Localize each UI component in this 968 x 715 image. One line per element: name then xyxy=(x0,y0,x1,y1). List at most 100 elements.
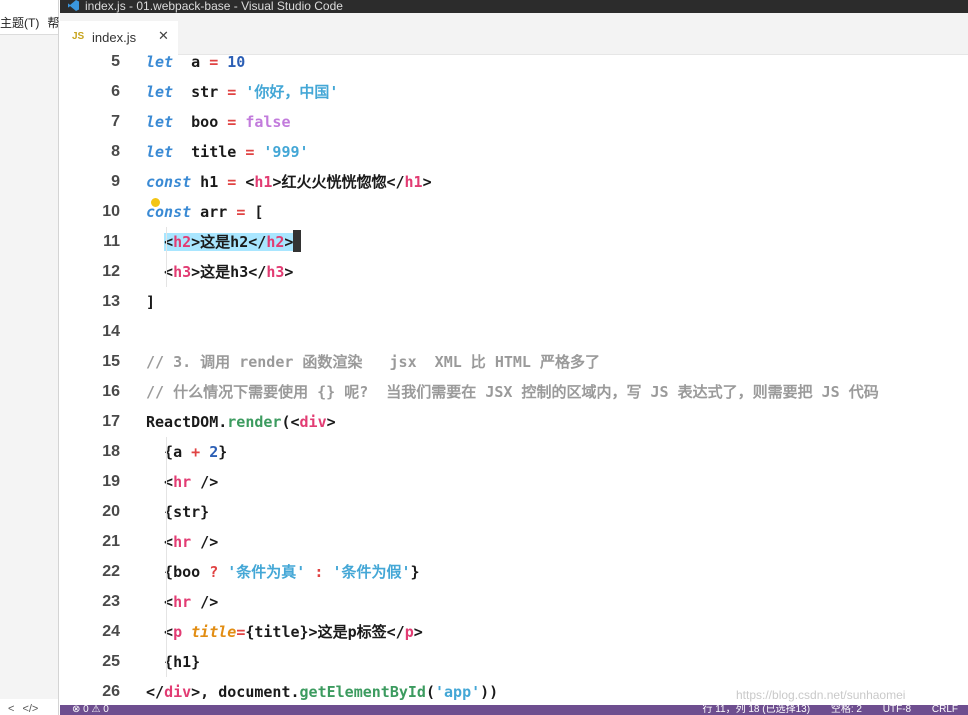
code-text: <hr /> xyxy=(146,587,218,617)
code-token: p xyxy=(173,623,183,641)
code-token: > xyxy=(422,173,432,191)
code-token: > xyxy=(284,263,294,281)
line-number: 19 xyxy=(102,473,120,490)
code-token: false xyxy=(245,113,291,131)
eol-setting[interactable]: CRLF xyxy=(932,705,958,715)
code-token: h1 xyxy=(191,173,228,191)
code-token: {str} xyxy=(146,503,210,521)
code-line[interactable]: 12 <h3>这是h3</h3> xyxy=(60,257,968,287)
tab-bar: JS index.js ✕ xyxy=(60,13,968,55)
cursor-position[interactable]: 行 11，列 18 (已选择13) xyxy=(702,705,810,715)
code-text: {str} xyxy=(146,497,209,527)
code-line[interactable]: 10 const arr = [ xyxy=(60,197,968,227)
code-line[interactable]: 25 {h1} xyxy=(60,647,968,677)
indentation-setting[interactable]: 空格: 2 xyxy=(831,705,862,715)
back-icon[interactable]: < xyxy=(8,703,14,715)
code-token: div xyxy=(299,413,327,431)
code-token: > xyxy=(284,233,294,251)
line-number: 8 xyxy=(111,143,120,160)
code-line[interactable]: 7 let boo = false xyxy=(60,107,968,137)
indent-guide xyxy=(166,437,167,677)
line-number: 16 xyxy=(102,383,120,400)
vscode-logo-icon xyxy=(68,0,79,11)
code-token: const xyxy=(146,173,192,191)
code-token: h1 xyxy=(404,173,423,191)
code-token: >这是h2</ xyxy=(191,233,267,251)
code-token: str xyxy=(173,83,228,101)
problems-indicator[interactable]: ⊗ 0 ⚠ 0 xyxy=(72,705,109,715)
code-line[interactable]: 20 {str} xyxy=(60,497,968,527)
line-number: 15 xyxy=(102,353,120,370)
code-text: <hr /> xyxy=(146,467,218,497)
close-icon[interactable]: ✕ xyxy=(158,29,169,44)
code-line[interactable]: 5 let a = 10 xyxy=(60,55,968,77)
code-text: ReactDOM.render(<div> xyxy=(146,407,336,437)
background-menu-bar: 主题(T) 帮 xyxy=(0,14,59,32)
code-text: <hr /> xyxy=(146,527,218,557)
code-token: ? xyxy=(209,563,219,581)
code-token: {title}>这是p标签</ xyxy=(245,623,405,641)
code-token: 'app' xyxy=(435,683,481,701)
code-line[interactable]: 9 const h1 = <h1>红火火恍恍惚惚</h1> xyxy=(60,167,968,197)
code-token: h2 xyxy=(266,233,285,251)
code-line[interactable]: 24 <p title={title}>这是p标签</p> xyxy=(60,617,968,647)
code-line[interactable]: 8 let title = '999' xyxy=(60,137,968,167)
code-editor[interactable]: 5 let a = 10 6 let str = '你好，中国' 7 let boo = … xyxy=(60,55,968,705)
code-token: >红火火恍恍惚惚</ xyxy=(272,173,405,191)
code-line[interactable]: 18 {a + 2} xyxy=(60,437,968,467)
code-line[interactable]: 23 <hr /> xyxy=(60,587,968,617)
code-token: </ xyxy=(146,683,165,701)
code-line[interactable]: 6 let str = '你好，中国' xyxy=(60,77,968,107)
text-selection: <h2>这是h2</h2> xyxy=(164,233,294,251)
menu-item-help[interactable]: 帮 xyxy=(47,16,59,30)
code-token: = xyxy=(236,623,246,641)
watermark: https://blog.csdn.net/sunhaomei xyxy=(736,688,906,702)
code-token: '999' xyxy=(263,143,309,161)
code-token: getElementById xyxy=(299,683,426,701)
code-token: ] xyxy=(146,293,156,311)
tab-index-js[interactable]: JS index.js ✕ xyxy=(60,21,178,55)
code-line[interactable]: 22 {boo ? '条件为真' : '条件为假'} xyxy=(60,557,968,587)
code-text: let title = '999' xyxy=(146,137,309,167)
code-text: let a = 10 xyxy=(146,55,245,77)
code-line[interactable]: 15 // 3. 调用 render 函数渲染 jsx XML 比 HTML 严格… xyxy=(60,347,968,377)
code-token: > xyxy=(413,623,423,641)
code-token: '你好，中国' xyxy=(245,83,339,101)
code-text: const arr = [ xyxy=(146,197,263,227)
encoding-setting[interactable]: UTF-8 xyxy=(883,705,911,715)
code-token: < xyxy=(146,593,174,611)
code-line[interactable]: 14 xyxy=(60,317,968,347)
code-token: )) xyxy=(480,683,499,701)
line-number: 6 xyxy=(111,83,120,100)
code-token: /> xyxy=(191,533,219,551)
code-line[interactable]: 19 <hr /> xyxy=(60,467,968,497)
code-line[interactable]: 11 <h2>这是h2</h2> xyxy=(60,227,968,257)
code-text: let boo = false xyxy=(146,107,291,137)
code-line[interactable]: 21 <hr /> xyxy=(60,527,968,557)
code-token: = xyxy=(227,83,237,101)
code-text: let str = '你好，中国' xyxy=(146,77,338,107)
line-number: 17 xyxy=(102,413,120,430)
code-text: // 3. 调用 render 函数渲染 jsx XML 比 HTML 严格多了 xyxy=(146,347,600,377)
line-number: 26 xyxy=(102,683,120,700)
code-token: + xyxy=(191,443,201,461)
code-text: ] xyxy=(146,287,155,317)
code-token: arr xyxy=(191,203,237,221)
code-icon[interactable]: </> xyxy=(22,703,38,715)
menu-item-theme[interactable]: 主题(T) xyxy=(0,16,39,30)
code-token: hr xyxy=(173,473,192,491)
code-token: = xyxy=(227,113,237,131)
line-number: 10 xyxy=(102,203,120,220)
code-token: h3 xyxy=(266,263,285,281)
line-number: 7 xyxy=(111,113,120,130)
code-text: {boo ? '条件为真' : '条件为假'} xyxy=(146,557,419,587)
code-text: // 什么情况下需要使用 {} 呢? 当我们需要在 JSX 控制的区域内，写 J… xyxy=(146,377,879,407)
code-token: const xyxy=(146,203,192,221)
code-line[interactable]: 16 // 什么情况下需要使用 {} 呢? 当我们需要在 JSX 控制的区域内，写… xyxy=(60,377,968,407)
code-line[interactable]: 17 ReactDOM.render(<div> xyxy=(60,407,968,437)
code-text: <h3>这是h3</h3> xyxy=(146,257,293,287)
code-line[interactable]: 13] xyxy=(60,287,968,317)
